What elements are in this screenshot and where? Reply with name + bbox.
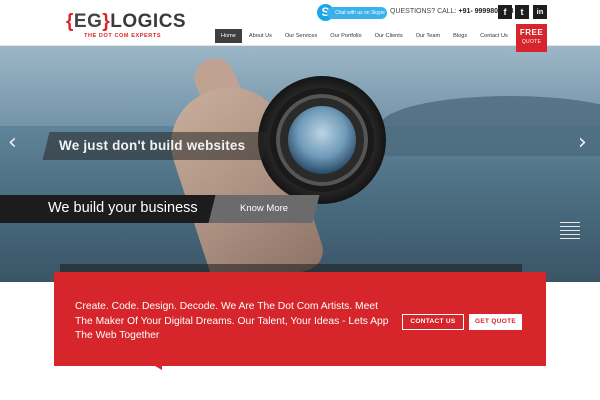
nav-our-team[interactable]: Our Team xyxy=(410,29,446,43)
contact-us-button[interactable]: CONTACT US xyxy=(402,314,464,330)
nav-our-services[interactable]: Our Services xyxy=(279,29,323,43)
contact-question: QUESTIONS? CALL: xyxy=(390,8,457,15)
hero-lens-glass xyxy=(288,106,356,174)
know-more-label[interactable]: Know More xyxy=(240,203,288,214)
hero-slider: We just don't build websites We build yo… xyxy=(0,46,600,282)
linkedin-icon[interactable]: in xyxy=(533,5,547,19)
skype-chat-button[interactable]: S Chat with us on Skype xyxy=(317,4,387,21)
nav-blogs[interactable]: Blogs xyxy=(447,29,473,43)
main-nav: Home About Us Our Services Our Portfolio… xyxy=(215,29,515,43)
nav-home[interactable]: Home xyxy=(215,29,242,43)
free-quote-line2: QUOTE xyxy=(521,39,542,45)
logo-logics: LOGICS xyxy=(110,11,187,32)
free-quote-button[interactable]: FREE QUOTE xyxy=(516,24,547,52)
logo-eg: EG xyxy=(73,11,103,32)
banner-text: Create. Code. Design. Decode. We Are The… xyxy=(75,301,389,341)
logo-bracket-open: { xyxy=(66,11,74,32)
slider-next-icon[interactable]: › xyxy=(578,130,587,155)
slider-prev-icon[interactable]: ‹ xyxy=(8,130,17,155)
site-header: {EG}LOGICS THE DOT COM EXPERTS S Chat wi… xyxy=(0,0,600,46)
slide-caption-1: We just don't build websites xyxy=(59,138,246,153)
logo-tagline: THE DOT COM EXPERTS xyxy=(84,33,162,39)
nav-our-clients[interactable]: Our Clients xyxy=(369,29,409,43)
facebook-icon[interactable]: f xyxy=(498,5,512,19)
slide-caption-2: We build your business xyxy=(48,200,198,216)
skype-chat-label: Chat with us on Skype xyxy=(327,7,387,19)
logo[interactable]: {EG}LOGICS THE DOT COM EXPERTS xyxy=(66,12,186,40)
hamburger-menu-icon[interactable] xyxy=(560,222,580,244)
contact-phone: QUESTIONS? CALL: +91- 9999807483 xyxy=(390,8,514,15)
free-quote-line1: FREE xyxy=(519,28,544,37)
nav-our-portfolio[interactable]: Our Portfolio xyxy=(324,29,367,43)
nav-contact-us[interactable]: Contact Us xyxy=(474,29,514,43)
twitter-icon[interactable]: t xyxy=(515,5,529,19)
nav-about-us[interactable]: About Us xyxy=(243,29,278,43)
logo-wordmark: {EG}LOGICS xyxy=(66,12,186,32)
hero-mountain xyxy=(380,96,600,156)
get-quote-button[interactable]: GET QUOTE xyxy=(469,314,522,330)
